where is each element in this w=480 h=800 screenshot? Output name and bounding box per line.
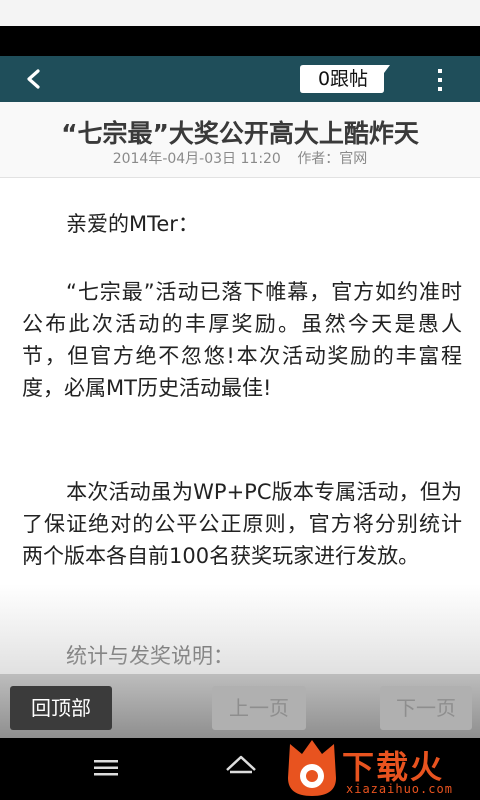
body-paragraph: “七宗最”活动已落下帷幕，官方如约准时公布此次活动的丰厚奖励。虽然今天是愚人节，…: [22, 280, 462, 400]
watermark: 下载火 xiazaihuo.com: [282, 738, 480, 800]
post-meta: 2014年-04月-03日 11:20 作者：官网: [0, 148, 480, 168]
flame-logo-icon: [288, 740, 336, 796]
post-header: “七宗最”大奖公开高大上酷炸天 2014年-04月-03日 11:20 作者：官…: [0, 102, 480, 178]
next-page-button[interactable]: 下一页: [380, 686, 472, 730]
menu-icon[interactable]: [92, 756, 120, 780]
top-strip: [0, 0, 480, 26]
greeting-paragraph: 亲爱的MTer：: [66, 212, 199, 236]
post-title: “七宗最”大奖公开高大上酷炸天: [61, 119, 419, 148]
back-to-top-button[interactable]: 回顶部: [10, 686, 112, 730]
status-bar: [0, 26, 480, 56]
overflow-menu-button[interactable]: [430, 66, 450, 94]
back-button[interactable]: [16, 64, 50, 94]
bottom-bar: 回顶部 上一页 下一页: [0, 674, 480, 738]
post-author: 作者：官网: [297, 151, 368, 167]
home-icon[interactable]: [224, 752, 258, 782]
post-date: 2014年-04月-03日 11:20: [112, 151, 281, 167]
chevron-left-icon: [27, 69, 40, 89]
watermark-url: xiazaihuo.com: [346, 782, 453, 796]
section-heading: 统计与发奖说明：: [66, 644, 234, 668]
body-paragraph: 本次活动虽为WP+PC版本专属活动，但为了保证绝对的公平公正原则，官方将分别统计…: [22, 480, 462, 568]
action-bar: 0跟帖: [0, 56, 480, 102]
more-vertical-icon: [438, 69, 442, 91]
previous-page-button[interactable]: 上一页: [212, 686, 306, 730]
post-content[interactable]: 亲爱的MTer： “七宗最”活动已落下帷幕，官方如约准时公布此次活动的丰厚奖励。…: [0, 178, 480, 674]
reply-count-button[interactable]: 0跟帖: [300, 65, 390, 93]
reply-count-label: 0跟帖: [317, 68, 369, 90]
